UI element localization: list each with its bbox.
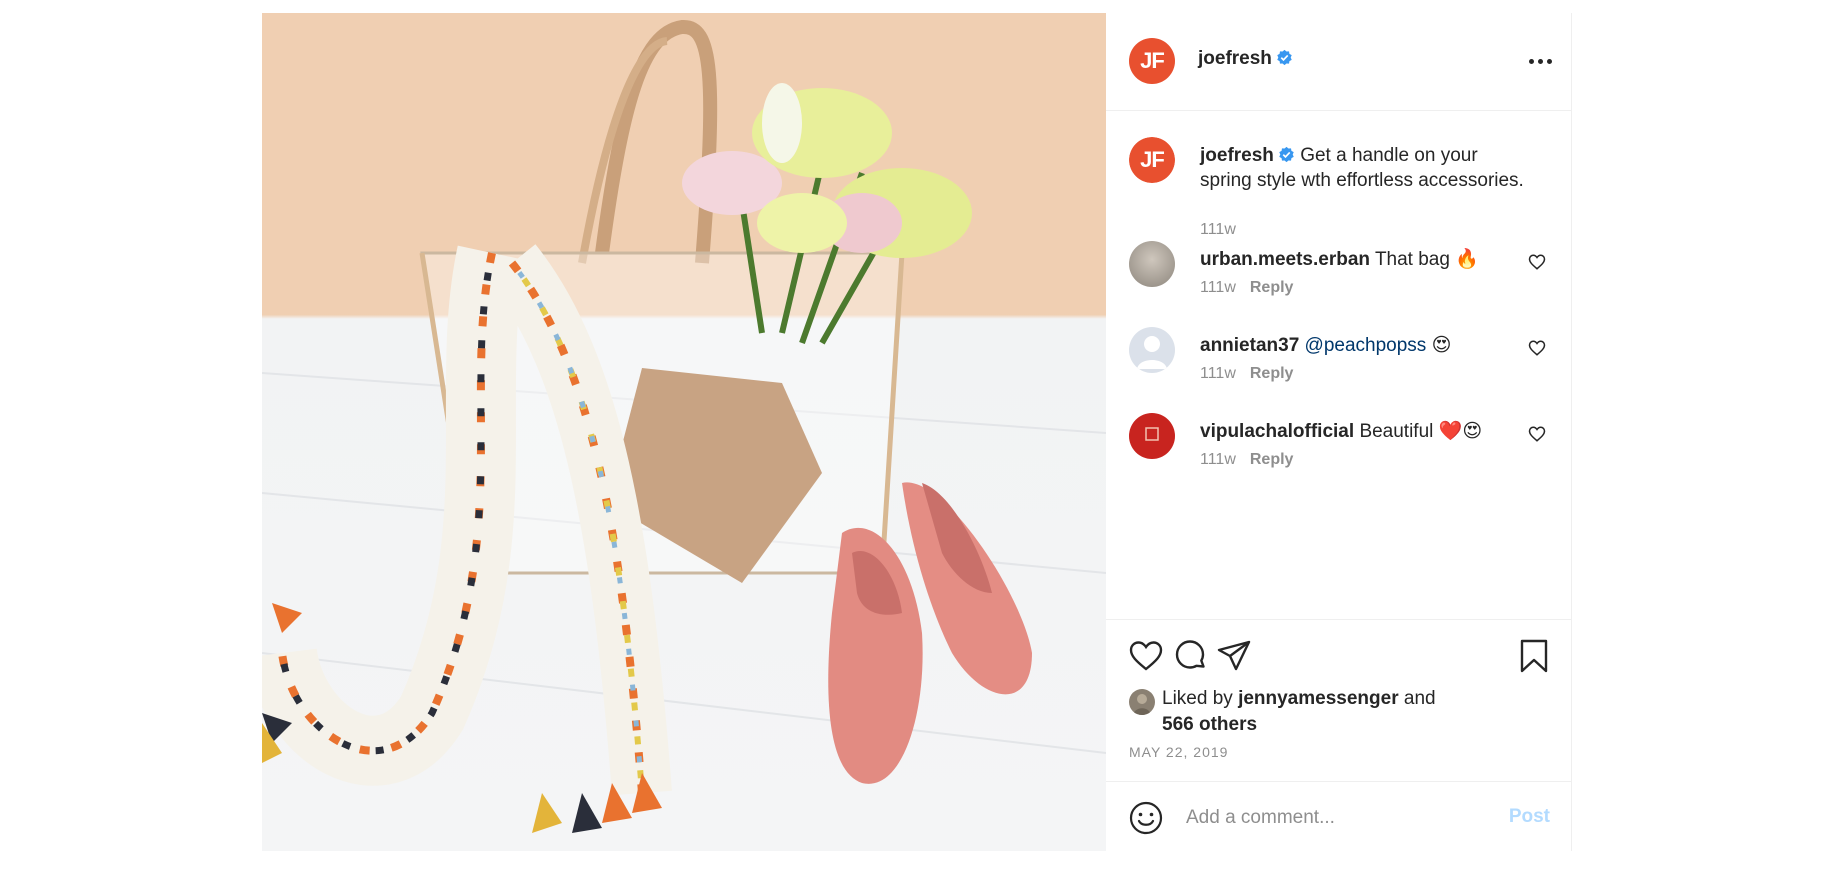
bookmark-icon[interactable] xyxy=(1516,638,1552,674)
comment-text: That bag 🔥 xyxy=(1374,249,1479,270)
liker-avatar[interactable] xyxy=(1129,689,1155,715)
more-options-icon[interactable] xyxy=(1526,47,1554,75)
post-photo-illustration xyxy=(262,19,1106,833)
bag-handle xyxy=(595,19,718,264)
reply-button[interactable]: Reply xyxy=(1250,365,1294,382)
post-comment-button[interactable]: Post xyxy=(1509,806,1550,828)
post-image[interactable] xyxy=(262,13,1106,851)
reply-button[interactable]: Reply xyxy=(1250,451,1294,468)
verified-badge-icon xyxy=(1277,49,1292,66)
post-side-panel: JF joefresh JF joefresh Get a handle on … xyxy=(1106,13,1572,851)
comment-like-heart-icon[interactable] xyxy=(1528,425,1546,443)
reply-button[interactable]: Reply xyxy=(1250,279,1294,296)
comment-username[interactable]: vipulachalofficial xyxy=(1200,421,1354,442)
author-username[interactable]: joefresh xyxy=(1198,48,1272,69)
likes-summary: Liked by jennyamessenger and 566 others xyxy=(1162,686,1436,738)
commenter-avatar[interactable] xyxy=(1129,241,1175,287)
likes-prefix: Liked by xyxy=(1162,688,1233,709)
comment-text: 😍 xyxy=(1426,335,1452,356)
comment-age[interactable]: 111w xyxy=(1200,279,1236,296)
comment-like-heart-icon[interactable] xyxy=(1528,339,1546,357)
like-heart-icon[interactable] xyxy=(1128,638,1164,674)
comment-age[interactable]: 111w xyxy=(1200,451,1236,468)
caption-avatar-initials: JF xyxy=(1140,147,1165,172)
likes-and: and xyxy=(1403,688,1436,709)
author-avatar[interactable]: JF xyxy=(1129,38,1175,84)
comment-mention[interactable]: @peachpopss xyxy=(1305,335,1427,356)
likes-others-link[interactable]: 566 others xyxy=(1162,714,1257,735)
comment-like-heart-icon[interactable] xyxy=(1528,253,1546,271)
post-actions: Liked by jennyamessenger and 566 others … xyxy=(1106,619,1572,781)
post-date[interactable]: MAY 22, 2019 xyxy=(1129,744,1228,760)
post-header: JF joefresh xyxy=(1106,13,1572,111)
comment-username[interactable]: urban.meets.erban xyxy=(1200,249,1370,270)
comment-username[interactable]: annietan37 xyxy=(1200,335,1299,356)
add-comment-bar: Post xyxy=(1106,781,1572,851)
emoji-icon[interactable] xyxy=(1128,800,1164,836)
comment-age[interactable]: 111w xyxy=(1200,365,1236,382)
caption-age[interactable]: 111w xyxy=(1200,221,1236,238)
comment-text: Beautiful ❤️😍 xyxy=(1359,421,1483,442)
commenter-avatar[interactable] xyxy=(1129,327,1175,373)
author-avatar-initials: JF xyxy=(1140,48,1165,73)
verified-badge-icon xyxy=(1279,146,1294,163)
comment-input[interactable] xyxy=(1186,802,1476,834)
caption-username[interactable]: joefresh xyxy=(1200,145,1274,166)
share-icon[interactable] xyxy=(1216,638,1252,674)
liker-username[interactable]: jennyamessenger xyxy=(1238,688,1399,709)
caption-author-avatar[interactable]: JF xyxy=(1129,137,1175,183)
commenter-avatar[interactable] xyxy=(1129,413,1175,459)
comment-icon[interactable] xyxy=(1172,638,1208,674)
comments-list: JF joefresh Get a handle on your spring … xyxy=(1106,111,1572,619)
